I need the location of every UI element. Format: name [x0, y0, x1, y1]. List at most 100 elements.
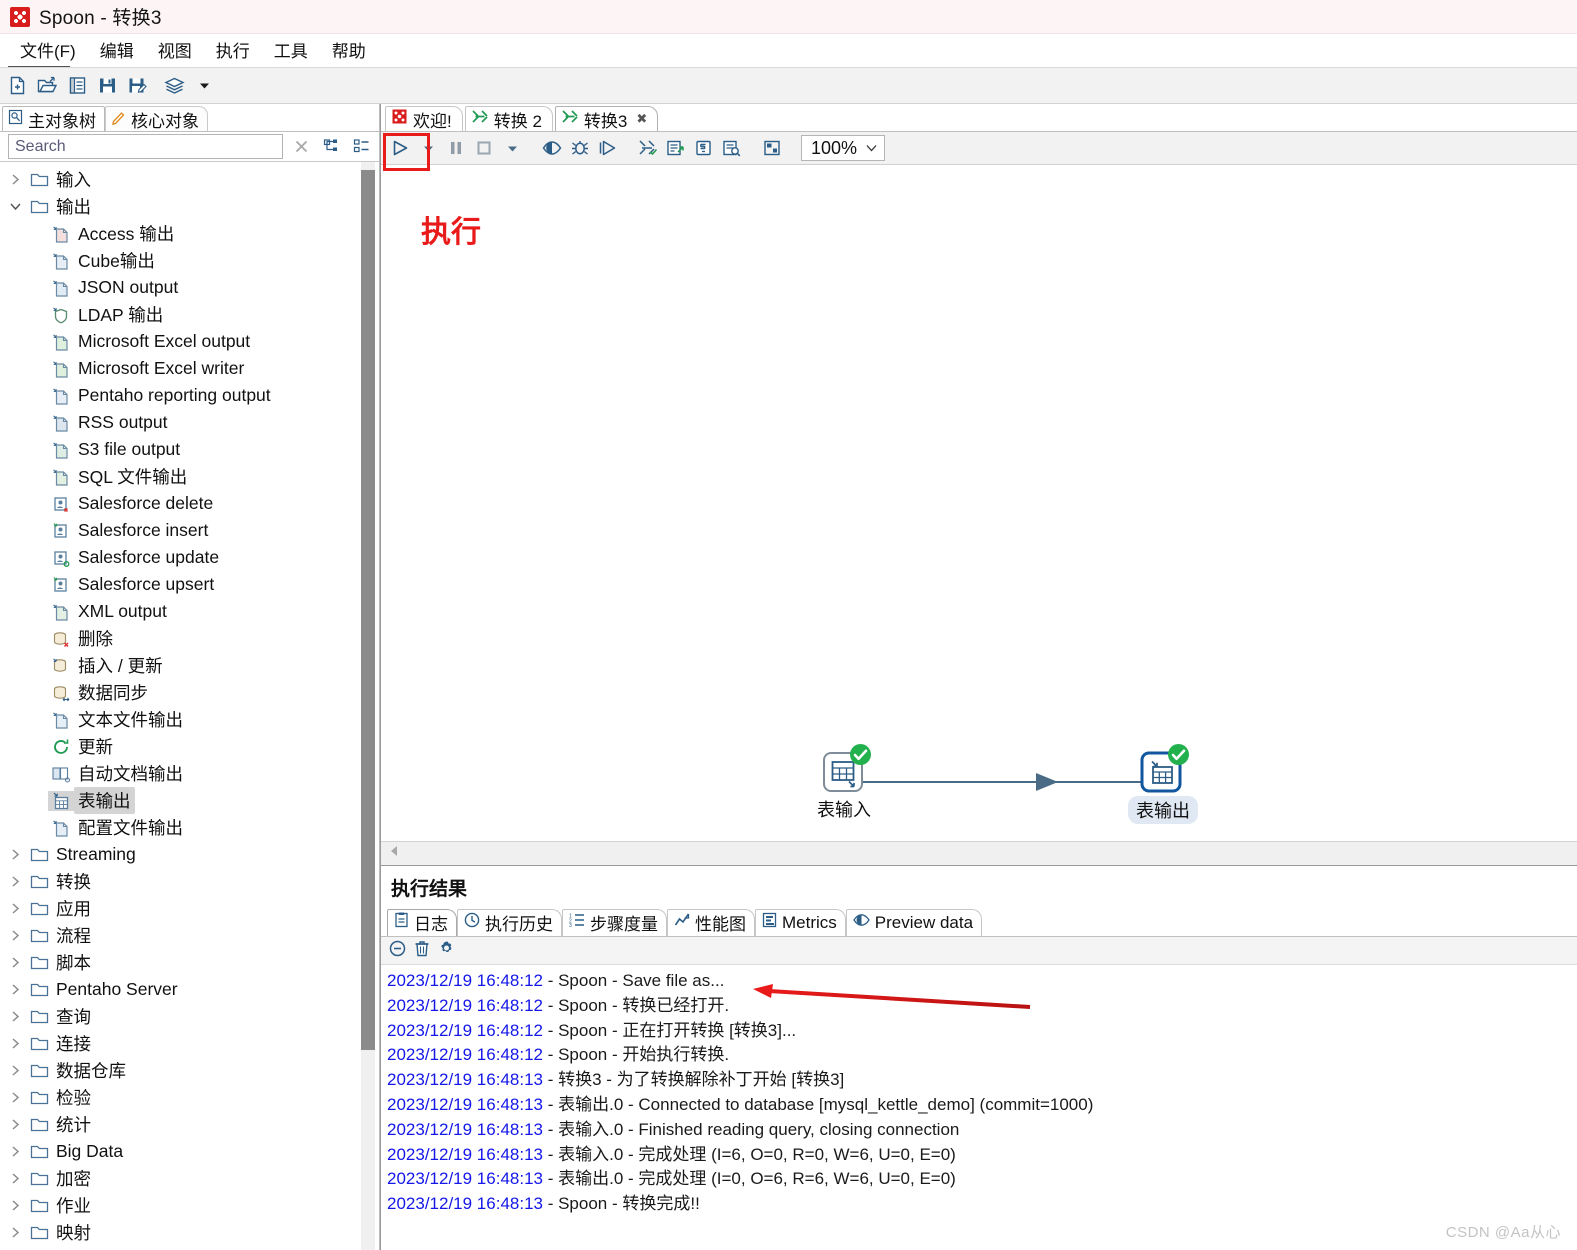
chevron-right-icon[interactable]	[4, 1091, 26, 1104]
tree-folder-item[interactable]: 脚本	[0, 949, 379, 976]
chevron-down-icon[interactable]	[191, 73, 218, 99]
tree-folder-item[interactable]: 查询	[0, 1003, 379, 1030]
tree-step-item[interactable]: Microsoft Excel output	[0, 328, 379, 355]
chevron-down-icon[interactable]	[4, 200, 26, 213]
chevron-right-icon[interactable]	[4, 1118, 26, 1131]
chevron-right-icon[interactable]	[4, 1064, 26, 1077]
collapse-tree-icon[interactable]	[349, 135, 373, 159]
tree-step-item[interactable]: XML output	[0, 598, 379, 625]
tree-step-item[interactable]: S3 file output	[0, 436, 379, 463]
tab-welcome[interactable]: 欢迎!	[385, 106, 463, 132]
zoom-select[interactable]: 100%	[801, 135, 886, 161]
tree-step-item[interactable]: Salesforce insert	[0, 517, 379, 544]
menu-file[interactable]: 文件(F)	[8, 40, 88, 63]
open-file-icon[interactable]	[34, 73, 61, 99]
chevron-right-icon[interactable]	[4, 1226, 26, 1239]
explorer-icon[interactable]	[64, 73, 91, 99]
menu-run[interactable]: 执行	[204, 40, 262, 63]
scrollbar-thumb[interactable]	[361, 170, 375, 1050]
tree-folder-item[interactable]: 连接	[0, 1030, 379, 1057]
chevron-right-icon[interactable]	[4, 1199, 26, 1212]
new-file-icon[interactable]	[4, 73, 31, 99]
tree-step-item[interactable]: Microsoft Excel writer	[0, 355, 379, 382]
tree-step-item[interactable]: Cube输出	[0, 247, 379, 274]
tree-folder-item[interactable]: 加密	[0, 1165, 379, 1192]
tab-exec-history[interactable]: 执行历史	[457, 909, 562, 937]
tree-step-item[interactable]: 配置文件输出	[0, 814, 379, 841]
chevron-right-icon[interactable]	[4, 875, 26, 888]
tree-folder-item[interactable]: 数据仓库	[0, 1057, 379, 1084]
chevron-right-icon[interactable]	[4, 1145, 26, 1158]
minus-circle-icon[interactable]	[389, 940, 406, 962]
step-table-input[interactable]: 表输入	[817, 744, 871, 822]
chevron-right-icon[interactable]	[4, 983, 26, 996]
chevron-right-icon[interactable]	[4, 902, 26, 915]
scroll-left-icon[interactable]	[387, 844, 401, 863]
tree-step-item[interactable]: 数据同步	[0, 679, 379, 706]
trash-icon[interactable]	[414, 940, 430, 962]
tab-metrics[interactable]: Metrics	[755, 909, 846, 937]
tree-step-item[interactable]: Salesforce upsert	[0, 571, 379, 598]
tree-step-item[interactable]: SQL 文件输出	[0, 463, 379, 490]
chevron-right-icon[interactable]	[4, 1172, 26, 1185]
run-options-button[interactable]	[415, 136, 441, 161]
inspect-button[interactable]	[719, 136, 745, 161]
expand-tree-icon[interactable]	[319, 135, 343, 159]
log-output[interactable]: 2023/12/19 16:48:12 - Spoon - Save file …	[381, 965, 1577, 1250]
tree-step-item[interactable]: 自动文档输出	[0, 760, 379, 787]
tree-folder-item[interactable]: 映射	[0, 1219, 379, 1246]
menu-help[interactable]: 帮助	[320, 40, 378, 63]
tree-folder-item[interactable]: 作业	[0, 1192, 379, 1219]
preview-button[interactable]	[539, 136, 565, 161]
tree-step-item[interactable]: 删除	[0, 625, 379, 652]
chevron-right-icon[interactable]	[4, 1010, 26, 1023]
object-tree[interactable]: 输入 输出 Access 输出 Cube输出 JSON output LDAP 输出 Mic…	[0, 162, 379, 1250]
menu-view[interactable]: 视图	[146, 40, 204, 63]
debug-button[interactable]	[567, 136, 593, 161]
menu-edit[interactable]: 编辑	[88, 40, 146, 63]
chevron-right-icon[interactable]	[4, 1037, 26, 1050]
tree-folder-item[interactable]: 统计	[0, 1111, 379, 1138]
arrange-button[interactable]	[759, 136, 785, 161]
tree-folder-item[interactable]: 检验	[0, 1084, 379, 1111]
stop-button[interactable]	[471, 136, 497, 161]
transformation-canvas[interactable]: 执行 表输入 表输出	[381, 165, 1577, 841]
tree-folder-item[interactable]: Pentaho Server	[0, 976, 379, 1003]
tree-step-item[interactable]: JSON output	[0, 274, 379, 301]
run-button[interactable]	[387, 136, 413, 161]
tab-perf-graph[interactable]: 性能图	[667, 909, 755, 937]
tree-folder-item[interactable]: 输入	[0, 166, 379, 193]
tree-step-item[interactable]: 文本文件输出	[0, 706, 379, 733]
replay-button[interactable]	[595, 136, 621, 161]
tree-step-item[interactable]: Access 输出	[0, 220, 379, 247]
tree-step-item[interactable]: 插入 / 更新	[0, 652, 379, 679]
layers-icon[interactable]	[161, 73, 188, 99]
save-icon[interactable]	[94, 73, 121, 99]
stop-options-button[interactable]	[499, 136, 525, 161]
tab-trans-3[interactable]: 转换3 ✖	[554, 106, 659, 132]
tab-log[interactable]: 日志	[387, 909, 457, 937]
menu-tools[interactable]: 工具	[262, 40, 320, 63]
tree-step-item[interactable]: Salesforce delete	[0, 490, 379, 517]
save-as-icon[interactable]	[124, 73, 151, 99]
tree-folder-item[interactable]: 输出	[0, 193, 379, 220]
gear-icon[interactable]	[438, 940, 455, 962]
tab-trans-2[interactable]: 转换 2	[464, 106, 553, 132]
step-table-output[interactable]: 表输出	[1128, 744, 1198, 824]
close-icon[interactable]	[289, 135, 313, 159]
tree-folder-item[interactable]: 应用	[0, 895, 379, 922]
canvas-horizontal-scrollbar[interactable]	[381, 841, 1577, 865]
tree-folder-item[interactable]: 转换	[0, 868, 379, 895]
close-icon[interactable]: ✖	[636, 111, 647, 127]
chevron-right-icon[interactable]	[4, 173, 26, 186]
pause-button[interactable]	[443, 136, 469, 161]
tree-step-item[interactable]: Salesforce update	[0, 544, 379, 571]
tree-vertical-scrollbar[interactable]	[361, 162, 375, 1250]
tree-folder-item[interactable]: 流程	[0, 922, 379, 949]
verify-button[interactable]	[635, 136, 661, 161]
tab-core-objects[interactable]: 核心对象	[105, 106, 208, 132]
tree-folder-item[interactable]: Big Data	[0, 1138, 379, 1165]
tree-step-item[interactable]: RSS output	[0, 409, 379, 436]
tab-step-metrics[interactable]: 123 步骤度量	[562, 909, 667, 937]
tree-step-item[interactable]: 表输出	[0, 787, 379, 814]
